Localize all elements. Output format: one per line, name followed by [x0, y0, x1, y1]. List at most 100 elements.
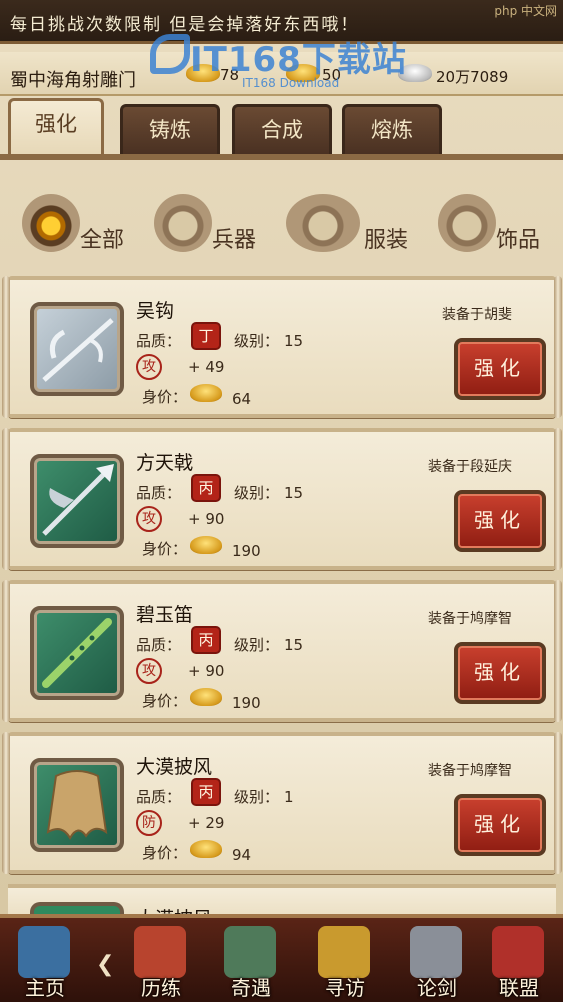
location-name: 蜀中海角射雕门 — [10, 70, 136, 91]
level-label: 级别： — [234, 332, 280, 350]
nav-search[interactable]: 寻访 — [300, 918, 390, 1002]
nav-duel[interactable]: 论剑 — [392, 918, 482, 1002]
coin-icon — [190, 384, 222, 402]
level-value: 15 — [284, 332, 304, 350]
nav-home-label: 主页 — [25, 976, 65, 1000]
defense-value: + 29 — [188, 814, 225, 832]
nav-adventure-label: 奇遇 — [231, 976, 271, 1000]
hook-sword-icon — [30, 302, 124, 396]
attack-icon: 攻 — [136, 658, 162, 684]
quality-label: 品质： — [136, 484, 182, 502]
halberd-icon — [30, 454, 124, 548]
equipped-by: 装备于段延庆 — [428, 459, 512, 475]
attack-icon: 攻 — [136, 506, 162, 532]
tab-compose[interactable]: 合成 — [232, 104, 332, 154]
treasure-icon — [318, 926, 370, 978]
equipped-by: 装备于鸠摩智 — [428, 611, 512, 627]
price-value: 190 — [232, 542, 261, 560]
bottom-navigation: 主页 ❮ 历练 奇遇 寻访 论剑 联盟 — [0, 914, 563, 1002]
filter-accessory[interactable]: 饰品 — [438, 180, 558, 270]
tab-smelt[interactable]: 熔炼 — [342, 104, 442, 154]
quality-label: 品质： — [136, 636, 182, 654]
equipped-by: 装备于胡斐 — [442, 307, 512, 323]
coin-icon — [190, 840, 222, 858]
nav-adventure[interactable]: 奇遇 — [206, 918, 296, 1002]
function-tabs: 强化 铸炼 合成 熔炼 — [0, 96, 563, 162]
equipment-card[interactable]: 吴钩 品质： 丁 级别： 15 攻 + 49 身价： 64 装备于胡斐 强化 — [2, 276, 562, 418]
tab-strengthen[interactable]: 强化 — [8, 98, 104, 158]
watermark-logo-icon — [150, 34, 190, 74]
item-name: 大漠披风 — [136, 756, 213, 778]
mountain-icon — [224, 926, 276, 978]
price-value: 190 — [232, 694, 261, 712]
filter-all-label: 全部 — [80, 228, 125, 253]
price-value: 64 — [232, 390, 252, 408]
level-label: 级别： — [234, 484, 280, 502]
strengthen-button[interactable]: 强化 — [454, 490, 546, 552]
weapon-icon — [154, 194, 212, 252]
filter-weapon[interactable]: 兵器 — [154, 180, 274, 270]
equipped-by: 装备于鸠摩智 — [428, 763, 512, 779]
strengthen-button[interactable]: 强化 — [454, 338, 546, 400]
armor-icon — [286, 194, 360, 252]
strengthen-button[interactable]: 强化 — [454, 642, 546, 704]
equipment-list: 吴钩 品质： 丁 级别： 15 攻 + 49 身价： 64 装备于胡斐 强化 方… — [0, 272, 563, 932]
tabs-divider — [0, 154, 563, 160]
game-screen: 每日挑战次数限制 但是会掉落好东西哦！ php 中文网 蜀中海角射雕门 78 5… — [0, 0, 563, 1002]
price-label: 身价： — [142, 844, 188, 862]
nav-alliance-label: 联盟 — [499, 976, 539, 1000]
nav-search-label: 寻访 — [325, 976, 365, 1000]
category-filter: 全部 兵器 服装 饰品 — [0, 180, 563, 270]
level-value: 15 — [284, 484, 304, 502]
item-name: 碧玉笛 — [136, 604, 194, 626]
jade-flute-icon — [30, 606, 124, 700]
crossed-swords-icon — [410, 926, 462, 978]
defense-icon: 防 — [136, 810, 162, 836]
grade-badge: 丙 — [193, 476, 219, 500]
accessory-icon — [438, 194, 496, 252]
training-icon — [134, 926, 186, 978]
level-value: 15 — [284, 636, 304, 654]
level-label: 级别： — [234, 636, 280, 654]
silver-count: 20万7089 — [436, 68, 509, 86]
price-label: 身价： — [142, 540, 188, 558]
equipment-card[interactable]: 大漠披风 品质： 丙 级别： 1 防 + 29 身价： 94 装备于鸠摩智 强化 — [2, 732, 562, 874]
quality-label: 品质： — [136, 332, 182, 350]
chevron-left-icon[interactable]: ❮ — [96, 952, 114, 977]
tab-forge[interactable]: 铸炼 — [120, 104, 220, 154]
filter-accessory-label: 饰品 — [496, 228, 541, 253]
php-watermark: php 中文网 — [494, 4, 557, 18]
attack-value: + 90 — [188, 510, 225, 528]
grade-badge: 丁 — [193, 324, 219, 348]
coin-icon — [190, 536, 222, 554]
level-value: 1 — [284, 788, 294, 806]
pouch-icon — [22, 194, 80, 252]
level-label: 级别： — [234, 788, 280, 806]
quality-label: 品质： — [136, 788, 182, 806]
equipment-card[interactable]: 碧玉笛 品质： 丙 级别： 15 攻 + 90 身价： 190 装备于鸠摩智 强… — [2, 580, 562, 722]
attack-icon: 攻 — [136, 354, 162, 380]
filter-armor-label: 服装 — [364, 228, 409, 253]
cloak-icon — [30, 758, 124, 852]
nav-home[interactable]: 主页 — [0, 918, 90, 1002]
item-name: 方天戟 — [136, 452, 194, 474]
nav-alliance[interactable]: 联盟 — [474, 918, 563, 1002]
watermark-subtitle: IT168 Download — [242, 76, 340, 90]
nav-duel-label: 论剑 — [417, 976, 457, 1000]
attack-value: + 90 — [188, 662, 225, 680]
house-icon — [18, 926, 70, 978]
banner-icon — [492, 926, 544, 978]
nav-training[interactable]: 历练 — [116, 918, 206, 1002]
attack-value: + 49 — [188, 358, 225, 376]
filter-armor[interactable]: 服装 — [286, 180, 416, 270]
equipment-card[interactable]: 方天戟 品质： 丙 级别： 15 攻 + 90 身价： 190 装备于段延庆 强… — [2, 428, 562, 570]
filter-all[interactable]: 全部 — [22, 180, 142, 270]
price-label: 身价： — [142, 692, 188, 710]
watermark-title: IT168下载站 — [190, 40, 407, 80]
grade-badge: 丙 — [193, 628, 219, 652]
strengthen-button[interactable]: 强化 — [454, 794, 546, 856]
filter-weapon-label: 兵器 — [212, 228, 257, 253]
nav-training-label: 历练 — [141, 976, 181, 1000]
price-value: 94 — [232, 846, 252, 864]
grade-badge: 丙 — [193, 780, 219, 804]
